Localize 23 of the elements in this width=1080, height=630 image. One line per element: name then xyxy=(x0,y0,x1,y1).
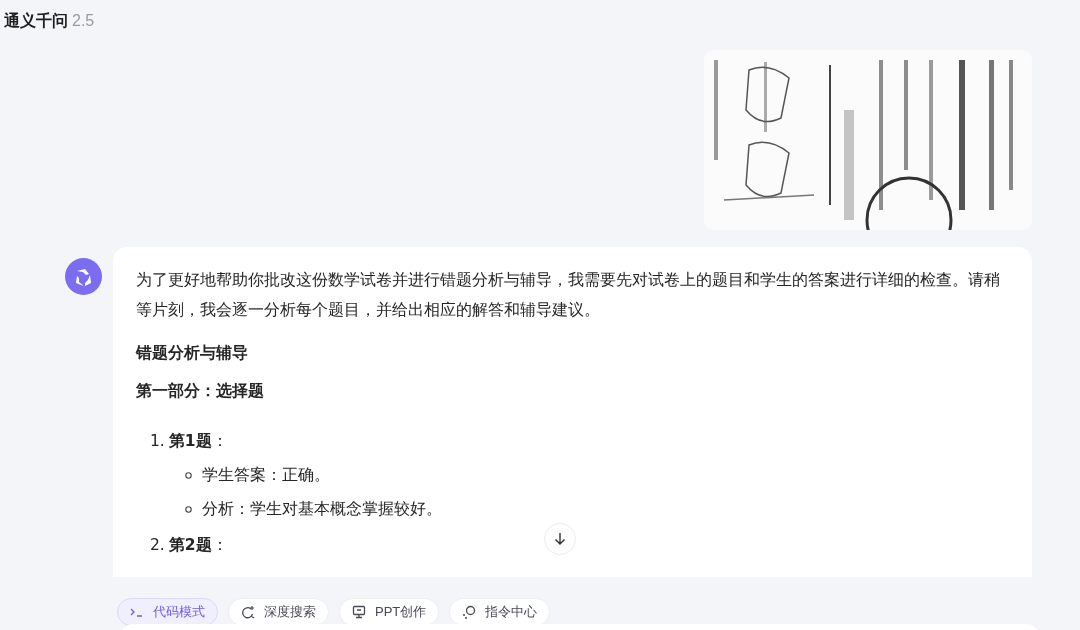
mode-chip[interactable]: PPT创作 xyxy=(339,598,440,626)
list-item-text: 分析：学生对基本概念掌握较好。 xyxy=(202,499,442,520)
app-title: 通义千问 xyxy=(4,10,68,32)
section-heading: 第一部分：选择题 xyxy=(136,381,265,402)
terminal-icon xyxy=(130,606,144,618)
answer-paragraph: 为了更好地帮助你批改这份数学试卷并进行错题分析与辅导，我需要先对试卷上的题目和学生的答案进行详细的检查。请稍等片刻，我会逐一分析每个题目，并给出相应的解答和辅导建议。 xyxy=(136,270,1001,321)
arrow-down-icon xyxy=(553,532,567,546)
bullet-icon xyxy=(185,505,192,513)
question-title: 第1题： xyxy=(168,431,228,452)
mode-chip[interactable]: 指令中心 xyxy=(449,598,551,626)
list-item-text: 学生答案：正确。 xyxy=(202,465,330,486)
bullet-icon xyxy=(185,471,192,479)
assistant-avatar-icon xyxy=(65,258,102,295)
mode-chip[interactable]: 代码模式 xyxy=(117,598,218,626)
command-icon xyxy=(462,605,477,619)
list-number: 1. xyxy=(150,431,165,452)
question-title: 第2题： xyxy=(168,535,228,556)
list-number: 2. xyxy=(150,535,165,556)
version-label: 2.5 xyxy=(72,11,95,31)
mode-chip[interactable]: 深度搜索 xyxy=(228,598,329,626)
answer-heading: 错题分析与辅导 xyxy=(136,343,249,364)
search-icon xyxy=(241,605,255,619)
presentation-icon xyxy=(352,605,366,619)
